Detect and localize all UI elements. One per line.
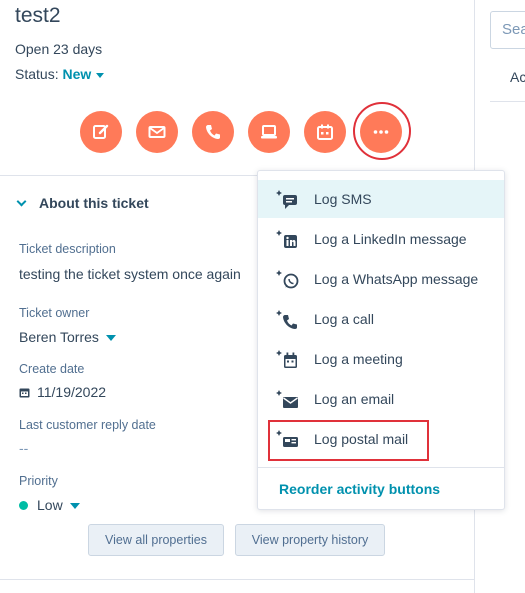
create-date-label: Create date [19,362,85,376]
menu-divider [258,467,504,468]
menu-item-label: Log SMS [314,191,372,207]
create-date-field[interactable]: 11/19/2022 [19,384,106,400]
menu-item-log-call[interactable]: Log a call [258,300,504,338]
menu-item-log-sms[interactable]: Log SMS [258,180,504,218]
chevron-down-icon [96,72,105,78]
menu-item-label: Log a call [314,311,374,327]
search-input[interactable]: Sea [490,11,525,49]
reorder-activity-buttons-link[interactable]: Reorder activity buttons [279,481,440,497]
phone-icon [206,125,220,139]
postal-mail-callout-box [268,420,429,461]
linkedin-icon [276,230,297,248]
status-value: New [62,66,92,82]
owner-value: Beren Torres [19,329,99,345]
sms-icon [276,190,297,209]
last-reply-value: -- [19,440,29,456]
about-ticket-header: About this ticket [39,195,149,211]
section-divider-bottom [0,579,474,580]
menu-item-label: Log an email [314,391,395,407]
right-panel-heading[interactable]: Ac [510,69,525,85]
owner-label: Ticket owner [19,306,90,320]
whatsapp-icon [276,270,299,289]
menu-item-log-whatsapp[interactable]: Log a WhatsApp message [258,260,504,298]
create-note-button[interactable] [80,111,122,153]
status-label: Status: [15,66,59,82]
status-dropdown[interactable]: New [62,66,105,82]
phone-icon [276,310,297,329]
right-panel-divider [490,101,525,102]
description-value[interactable]: testing the ticket system once again [19,266,241,282]
priority-label: Priority [19,474,58,488]
envelope-icon [148,126,166,138]
about-ticket-toggle[interactable]: About this ticket [16,195,149,211]
view-property-history-button[interactable]: View property history [235,524,385,556]
calendar-icon [317,124,333,140]
schedule-meeting-button[interactable] [304,111,346,153]
description-label: Ticket description [19,242,116,256]
create-date-value: 11/19/2022 [37,384,107,400]
caret-down-icon [105,335,116,342]
last-reply-label: Last customer reply date [19,418,156,432]
view-all-properties-button[interactable]: View all properties [88,524,224,556]
menu-item-label: Log a WhatsApp message [314,271,479,287]
menu-item-label: Log a meeting [314,351,403,367]
envelope-icon [276,390,298,408]
calendar-icon [19,388,30,398]
create-email-button[interactable] [136,111,178,153]
more-button-callout-ring [353,102,411,160]
create-task-button[interactable] [248,111,290,153]
menu-item-log-linkedin[interactable]: Log a LinkedIn message [258,220,504,258]
priority-dropdown[interactable]: Low [19,497,80,513]
priority-value: Low [37,497,63,513]
laptop-icon [261,125,277,139]
owner-dropdown[interactable]: Beren Torres [19,329,116,345]
status-row: Status: New [15,66,105,82]
calendar-icon [276,350,297,368]
ticket-title: test2 [15,4,61,27]
chevron-down-icon [16,196,27,207]
menu-item-label: Log a LinkedIn message [314,231,467,247]
activity-action-bar [80,102,420,160]
menu-item-log-meeting[interactable]: Log a meeting [258,340,504,378]
caret-down-icon [69,503,80,510]
make-call-button[interactable] [192,111,234,153]
menu-item-log-email[interactable]: Log an email [258,380,504,418]
pencil-icon [93,124,109,139]
open-days-text: Open 23 days [15,41,103,57]
priority-dot-icon [19,500,28,510]
